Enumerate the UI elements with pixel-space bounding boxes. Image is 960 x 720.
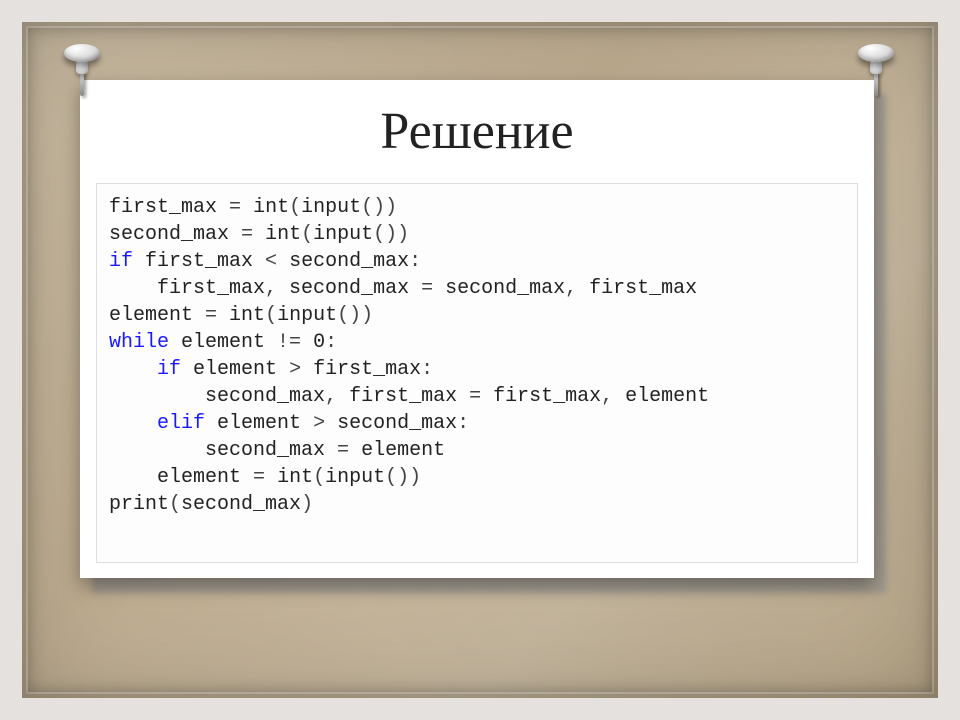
slide-heading: Решение (80, 80, 874, 173)
code-box: first_max = int(input()) second_max = in… (96, 183, 858, 563)
slide-paper: Решение first_max = int(input()) second_… (80, 80, 874, 578)
code-content: first_max = int(input()) second_max = in… (109, 194, 845, 518)
